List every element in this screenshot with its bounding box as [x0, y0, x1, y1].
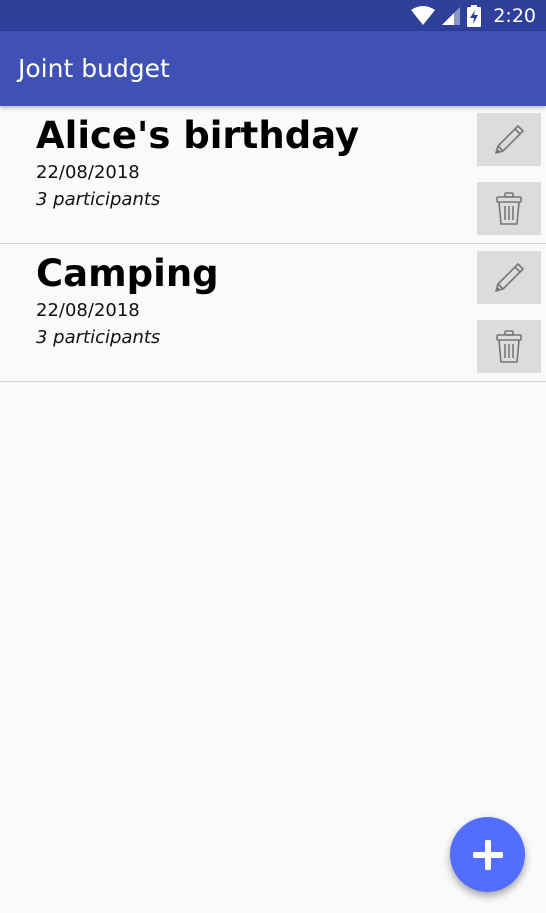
edit-button[interactable] [477, 251, 541, 304]
plus-icon [472, 839, 503, 870]
wifi-icon [411, 5, 436, 25]
delete-button[interactable] [477, 182, 541, 235]
battery-charging-icon [467, 4, 482, 27]
event-participants: 3 participants [36, 327, 161, 348]
delete-button[interactable] [477, 320, 541, 373]
event-date: 22/08/2018 [36, 162, 140, 183]
event-name: Alice's birthday [36, 114, 360, 157]
event-participants: 3 participants [36, 189, 161, 210]
pencil-icon [495, 262, 524, 292]
status-time: 2:20 [493, 4, 536, 27]
event-list: Alice's birthday 22/08/2018 3 participan… [0, 106, 546, 382]
event-name: Camping [36, 252, 219, 295]
app-bar: Joint budget [0, 31, 546, 106]
trash-icon [496, 191, 522, 225]
signal-icon [442, 6, 461, 25]
status-icons: 2:20 [411, 4, 536, 27]
edit-button[interactable] [477, 113, 541, 166]
pencil-icon [495, 124, 524, 154]
list-item[interactable]: Camping 22/08/2018 3 participants [0, 244, 546, 382]
app-title: Joint budget [18, 54, 170, 83]
trash-icon [496, 329, 522, 363]
list-item[interactable]: Alice's birthday 22/08/2018 3 participan… [0, 106, 546, 244]
add-event-button[interactable] [450, 817, 525, 892]
status-bar: 2:20 [0, 0, 546, 31]
event-date: 22/08/2018 [36, 300, 140, 321]
